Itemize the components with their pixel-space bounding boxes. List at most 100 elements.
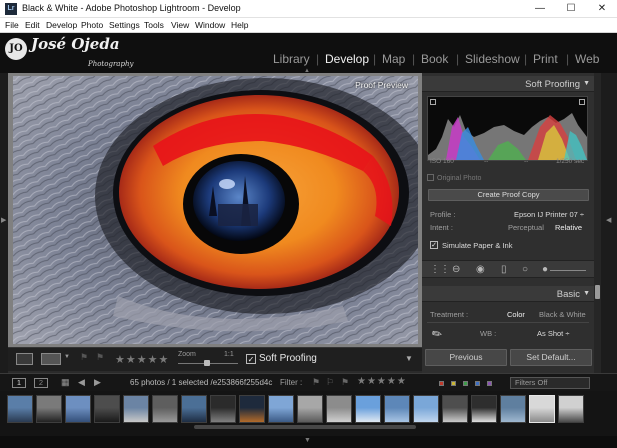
adjustment-brush-slider[interactable] bbox=[550, 270, 586, 271]
right-panel-scrollbar[interactable] bbox=[594, 73, 601, 373]
filmstrip-source-info[interactable]: 65 photos / 1 selected /e253866f255d4c bbox=[130, 378, 272, 387]
filmstrip-thumbnail[interactable] bbox=[500, 395, 526, 423]
filmstrip-thumbnail[interactable] bbox=[210, 395, 236, 423]
module-web[interactable]: Web bbox=[575, 52, 599, 66]
menu-view[interactable]: View bbox=[171, 20, 189, 30]
filmstrip-thumbnail[interactable] bbox=[7, 395, 33, 423]
filmstrip-thumbnail[interactable] bbox=[297, 395, 323, 423]
flag-icon[interactable]: ⚑ bbox=[80, 352, 88, 363]
filmstrip-thumbnail[interactable] bbox=[558, 395, 584, 423]
menu-tools[interactable]: Tools bbox=[144, 20, 164, 30]
back-arrow-icon[interactable]: ◀ bbox=[78, 377, 85, 388]
filmstrip-thumbnail[interactable] bbox=[36, 395, 62, 423]
module-print[interactable]: Print bbox=[533, 52, 558, 66]
treatment-black-white[interactable]: Black & White bbox=[539, 310, 586, 319]
flag-filter-icon[interactable]: ⚑ bbox=[312, 377, 320, 388]
filmstrip-thumbnail[interactable] bbox=[65, 395, 91, 423]
create-proof-copy-button[interactable]: Create Proof Copy bbox=[428, 189, 589, 201]
main-window-button[interactable]: 1 bbox=[12, 378, 26, 388]
filmstrip-scrollbar[interactable] bbox=[194, 425, 416, 429]
develop-tool-strip: ⋮⋮ ⊖ ◉ ▯ ○ ● bbox=[422, 260, 594, 278]
soft-proofing-panel-header[interactable]: Soft Proofing ▼ bbox=[422, 76, 594, 92]
right-panel: Soft Proofing ▼ ISO 160 -- -- 1/250 sec … bbox=[422, 73, 594, 373]
intent-relative[interactable]: Relative bbox=[555, 223, 582, 232]
filter-stars[interactable]: ★★★★★ bbox=[357, 376, 407, 387]
forward-arrow-icon[interactable]: ▶ bbox=[94, 377, 101, 388]
panel-collapse-icon: ▼ bbox=[583, 290, 590, 297]
scrollbar-thumb[interactable] bbox=[595, 285, 600, 299]
menu-file[interactable]: File bbox=[5, 20, 19, 30]
blue-label-filter[interactable] bbox=[475, 381, 480, 386]
profile-select[interactable]: Epson IJ Printer 07 ÷ bbox=[514, 210, 584, 219]
menu-photo[interactable]: Photo bbox=[81, 20, 103, 30]
filmstrip-thumbnail[interactable] bbox=[471, 395, 497, 423]
soft-proofing-checkbox[interactable]: ✓ bbox=[246, 354, 256, 364]
simulate-paper-label[interactable]: Simulate Paper & Ink bbox=[442, 241, 512, 250]
chevron-down-icon[interactable]: ▼ bbox=[64, 354, 70, 360]
previous-button[interactable]: Previous bbox=[425, 349, 507, 366]
filmstrip-thumbnail[interactable] bbox=[268, 395, 294, 423]
filmstrip-thumbnail[interactable] bbox=[326, 395, 352, 423]
radial-filter-icon[interactable]: ○ bbox=[522, 264, 528, 275]
spot-removal-icon[interactable]: ⊖ bbox=[452, 264, 460, 275]
rating-stars[interactable]: ★★★★★ bbox=[115, 353, 169, 366]
yellow-label-filter[interactable] bbox=[451, 381, 456, 386]
reject-filter-icon[interactable]: ⚑ bbox=[341, 377, 349, 388]
secondary-window-button[interactable]: 2 bbox=[34, 378, 48, 388]
menu-settings[interactable]: Settings bbox=[109, 20, 140, 30]
grid-view-icon[interactable]: ▦ bbox=[61, 377, 70, 388]
highlight-clipping-icon[interactable] bbox=[579, 99, 585, 105]
histogram[interactable] bbox=[427, 96, 588, 161]
simulate-paper-checkbox[interactable]: ✓ bbox=[430, 241, 438, 249]
basic-panel-header[interactable]: Basic ▼ bbox=[422, 286, 594, 302]
green-label-filter[interactable] bbox=[463, 381, 468, 386]
reject-flag-icon[interactable]: ⚑ bbox=[96, 352, 104, 363]
module-library[interactable]: Library bbox=[273, 52, 310, 66]
module-map[interactable]: Map bbox=[382, 52, 405, 66]
filmstrip-thumbnail[interactable] bbox=[123, 395, 149, 423]
filmstrip-thumbnail[interactable] bbox=[384, 395, 410, 423]
maximize-button[interactable]: ☐ bbox=[556, 0, 586, 18]
red-eye-icon[interactable]: ◉ bbox=[476, 264, 485, 275]
original-photo-toggle[interactable]: Original Photo bbox=[427, 174, 481, 182]
loupe-view-button[interactable] bbox=[16, 353, 33, 365]
soft-proofing-label[interactable]: Soft Proofing bbox=[259, 353, 317, 364]
filmstrip-thumbnail[interactable] bbox=[529, 395, 555, 423]
zoom-slider-knob[interactable] bbox=[204, 360, 210, 366]
module-develop[interactable]: Develop bbox=[325, 52, 369, 66]
toolbar-options-dropdown-icon[interactable]: ▼ bbox=[405, 354, 413, 363]
treatment-color[interactable]: Color bbox=[507, 310, 525, 319]
red-label-filter[interactable] bbox=[439, 381, 444, 386]
crop-overlay-icon[interactable]: ⋮⋮ bbox=[430, 264, 450, 275]
shadow-clipping-icon[interactable] bbox=[430, 99, 436, 105]
filmstrip-thumbnail[interactable] bbox=[181, 395, 207, 423]
purple-label-filter[interactable] bbox=[487, 381, 492, 386]
minimize-button[interactable]: — bbox=[525, 0, 555, 18]
filmstrip-thumbnail[interactable] bbox=[355, 395, 381, 423]
filmstrip-thumbnail[interactable] bbox=[413, 395, 439, 423]
set-default-button[interactable]: Set Default... bbox=[510, 349, 592, 366]
close-button[interactable]: ✕ bbox=[587, 0, 617, 18]
filmstrip-thumbnail[interactable] bbox=[442, 395, 468, 423]
adjustment-brush-icon[interactable]: ● bbox=[542, 264, 548, 275]
filmstrip-thumbnail[interactable] bbox=[94, 395, 120, 423]
before-after-button[interactable] bbox=[41, 353, 61, 365]
menu-develop[interactable]: Develop bbox=[46, 20, 77, 30]
filmstrip-thumbnail[interactable] bbox=[239, 395, 265, 423]
menu-help[interactable]: Help bbox=[231, 20, 248, 30]
menu-window[interactable]: Window bbox=[195, 20, 225, 30]
filter-preset-select[interactable]: Filters Off bbox=[510, 377, 590, 389]
unflagged-filter-icon[interactable]: ⚐ bbox=[326, 377, 334, 388]
photo-canvas[interactable]: Proof Preview bbox=[8, 73, 422, 347]
module-slideshow[interactable]: Slideshow bbox=[465, 52, 520, 66]
intent-perceptual[interactable]: Perceptual bbox=[508, 223, 544, 232]
filmstrip-thumbnail[interactable] bbox=[152, 395, 178, 423]
wb-select[interactable]: As Shot ÷ bbox=[537, 329, 569, 338]
menu-edit[interactable]: Edit bbox=[25, 20, 40, 30]
graduated-filter-icon[interactable]: ▯ bbox=[501, 264, 507, 275]
white-balance-eyedropper-icon[interactable]: ✎ bbox=[429, 325, 445, 342]
right-panel-toggle[interactable]: ◀ bbox=[601, 73, 617, 373]
bottom-panel-toggle[interactable]: ▼ bbox=[0, 436, 617, 448]
left-panel-toggle[interactable]: ▶ bbox=[0, 73, 8, 373]
module-book[interactable]: Book bbox=[421, 52, 448, 66]
